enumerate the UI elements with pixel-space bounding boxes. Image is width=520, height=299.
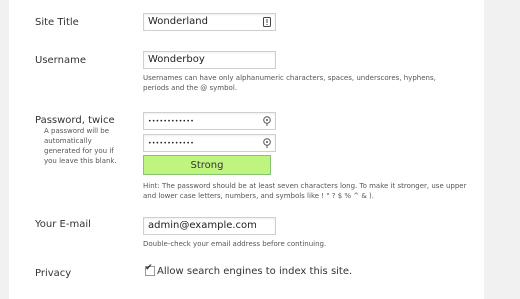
password-value-1: ••••••••••••	[148, 118, 195, 125]
privacy-label: Privacy	[35, 268, 72, 279]
password-description: A password will be automatically generat…	[44, 127, 117, 165]
username-description: Usernames can have only alphanumeric cha…	[143, 74, 436, 92]
email-label: Your E-mail	[35, 219, 91, 230]
password-strength-meter: Strong	[143, 155, 271, 175]
key-icon	[263, 116, 271, 126]
site-title-input[interactable]: Wonderland	[143, 13, 276, 31]
password-strength-label: Strong	[190, 160, 224, 171]
email-input[interactable]: admin@example.com	[143, 217, 276, 235]
email-description: Double-check your email address before c…	[143, 240, 327, 248]
username-label: Username	[35, 55, 86, 66]
info-icon	[263, 17, 271, 27]
password-input-2[interactable]: ••••••••••••	[143, 134, 276, 152]
password-input-1[interactable]: ••••••••••••	[143, 112, 276, 130]
password-value-2: ••••••••••••	[148, 140, 195, 147]
search-engine-checkbox-label[interactable]: Allow search engines to index this site.	[157, 266, 352, 277]
key-icon	[263, 138, 271, 148]
search-engine-checkbox[interactable]: ✔	[145, 263, 155, 276]
username-value: Wonderboy	[148, 54, 205, 65]
checkmark-icon: ✔	[145, 263, 153, 273]
password-hint: Hint: The password should be at least se…	[143, 182, 467, 200]
email-value: admin@example.com	[148, 220, 257, 231]
username-input[interactable]: Wonderboy	[143, 51, 276, 69]
password-label: Password, twice	[35, 115, 115, 126]
site-title-value: Wonderland	[148, 16, 208, 27]
site-title-label: Site Title	[35, 17, 79, 28]
